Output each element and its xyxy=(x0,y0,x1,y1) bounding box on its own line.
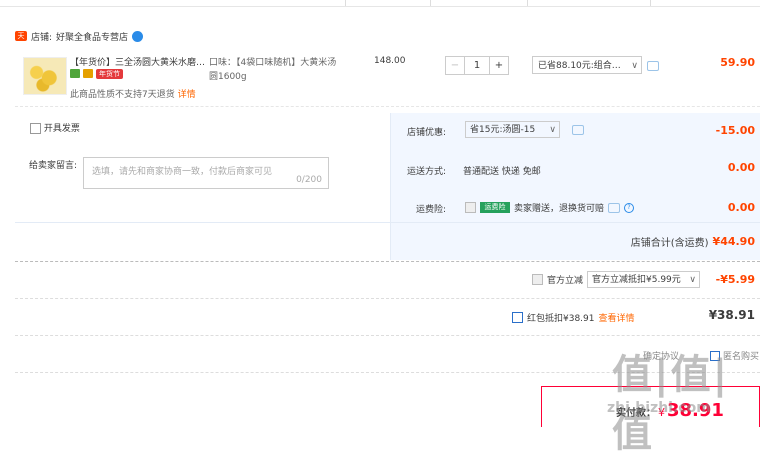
product-title-link[interactable]: 【年货价】三全汤圆大黄米水磨… xyxy=(70,55,208,67)
insurance-tag: 运费险 xyxy=(480,202,510,213)
shop-row: 天 店铺: 好聚全食品专营店 xyxy=(15,28,144,44)
shop-name-link[interactable]: 好聚全食品专营店 xyxy=(56,30,128,43)
message-label: 给卖家留言: xyxy=(29,161,78,171)
shop-prefix: 店铺: xyxy=(31,32,53,43)
promotion-select[interactable]: 已省88.10元:组合… ∨ xyxy=(532,56,642,74)
product-thumbnail[interactable] xyxy=(23,57,67,95)
shipping-value: 普通配送 快递 免邮 xyxy=(463,167,541,177)
official-discount-checkbox xyxy=(532,274,543,285)
insurance-label: 运费险: xyxy=(416,205,447,215)
sku-info: 口味：【4袋口味随机】大黄米汤 圆1600g xyxy=(209,56,344,84)
return-policy-note: 此商品性质不支持7天退货 详情 xyxy=(70,87,196,100)
official-discount-select[interactable]: 官方立减抵扣¥5.99元 ∨ xyxy=(587,271,701,288)
chevron-down-icon: ∨ xyxy=(549,125,556,135)
quantity-plus-button[interactable]: + xyxy=(489,56,509,75)
product-service-icons: 年货节 xyxy=(70,69,123,79)
message-icon[interactable] xyxy=(647,61,659,71)
help-icon[interactable]: ? xyxy=(624,202,635,213)
red-packet-option: 红包抵扣¥38.91 查看详情 xyxy=(512,311,635,324)
official-discount: 官方立减 官方立减抵扣¥5.99元 ∨ xyxy=(532,271,701,288)
red-packet-label: 红包抵扣¥38.91 xyxy=(527,314,595,324)
shop-discount-amount: -15.00 xyxy=(715,124,755,137)
seller-message-input[interactable]: 选填，请先和商家协商一致，付款后商家可见 0/200 xyxy=(83,157,329,189)
message-icon[interactable] xyxy=(572,125,584,135)
tmall-icon: 天 xyxy=(15,31,27,41)
item-subtotal: 59.90 xyxy=(720,56,755,69)
shop-discount-value: 省15元:汤圆-15 xyxy=(470,125,536,135)
message-icon[interactable] xyxy=(608,202,621,213)
shop-discount-label: 店铺优惠: xyxy=(407,128,447,138)
shop-total: 店铺合计(含运费) ¥44.90 xyxy=(631,234,755,249)
official-discount-amount: -¥5.99 xyxy=(715,273,755,286)
quantity-stepper: − 1 + xyxy=(445,56,509,75)
unit-price: 148.00 xyxy=(374,56,406,66)
quantity-minus-button[interactable]: − xyxy=(445,56,465,75)
wangwang-chat-icon[interactable] xyxy=(132,30,144,42)
shop-total-amount: ¥44.90 xyxy=(712,235,755,248)
quantity-input[interactable]: 1 xyxy=(465,56,489,75)
festival-badge: 年货节 xyxy=(96,69,123,79)
column-header-bar xyxy=(0,0,760,7)
insurance-info: 运费险 卖家赠送，退换货可赔 ? xyxy=(465,201,635,214)
watermark-text: zhi.bizhi.com xyxy=(607,400,711,416)
shop-discount-select[interactable]: 省15元:汤圆-15 ∨ xyxy=(465,121,560,138)
chevron-down-icon: ∨ xyxy=(689,275,697,285)
red-packet-checkbox[interactable] xyxy=(512,312,523,323)
official-discount-value: 官方立减抵扣¥5.99元 xyxy=(592,275,681,285)
shipping-label: 运送方式: xyxy=(407,167,447,177)
guarantee-icon xyxy=(70,69,80,78)
insurance-text: 卖家赠送，退换货可赔 xyxy=(514,204,605,214)
promotion-select-value: 已省88.10元:组合… xyxy=(538,61,621,71)
message-placeholder: 选填，请先和商家协商一致，付款后商家可见 xyxy=(92,167,273,177)
shop-total-label: 店铺合计(含运费) xyxy=(630,238,709,249)
sku-line-2: 圆1600g xyxy=(209,72,247,82)
red-packet-amount: ¥38.91 xyxy=(708,308,755,322)
invoice-checkbox[interactable] xyxy=(30,123,41,134)
card-pay-icon xyxy=(83,69,93,78)
return-note-text: 此商品性质不支持7天退货 xyxy=(70,90,175,100)
insurance-checkbox xyxy=(465,202,476,213)
insurance-amount: 0.00 xyxy=(727,201,755,214)
official-discount-label: 官方立减 xyxy=(547,276,584,286)
red-packet-detail-link[interactable]: 查看详情 xyxy=(599,311,635,324)
invoice-label: 开具发票 xyxy=(43,124,80,134)
red-packet-row xyxy=(15,299,760,336)
return-detail-link[interactable]: 详情 xyxy=(178,90,196,100)
shipping-amount: 0.00 xyxy=(727,161,755,174)
invoice-option[interactable]: 开具发票 xyxy=(30,121,80,134)
sku-line-1: 口味：【4袋口味随机】大黄米汤 xyxy=(209,58,337,68)
message-char-count: 0/200 xyxy=(296,175,322,185)
chevron-down-icon: ∨ xyxy=(631,61,638,71)
